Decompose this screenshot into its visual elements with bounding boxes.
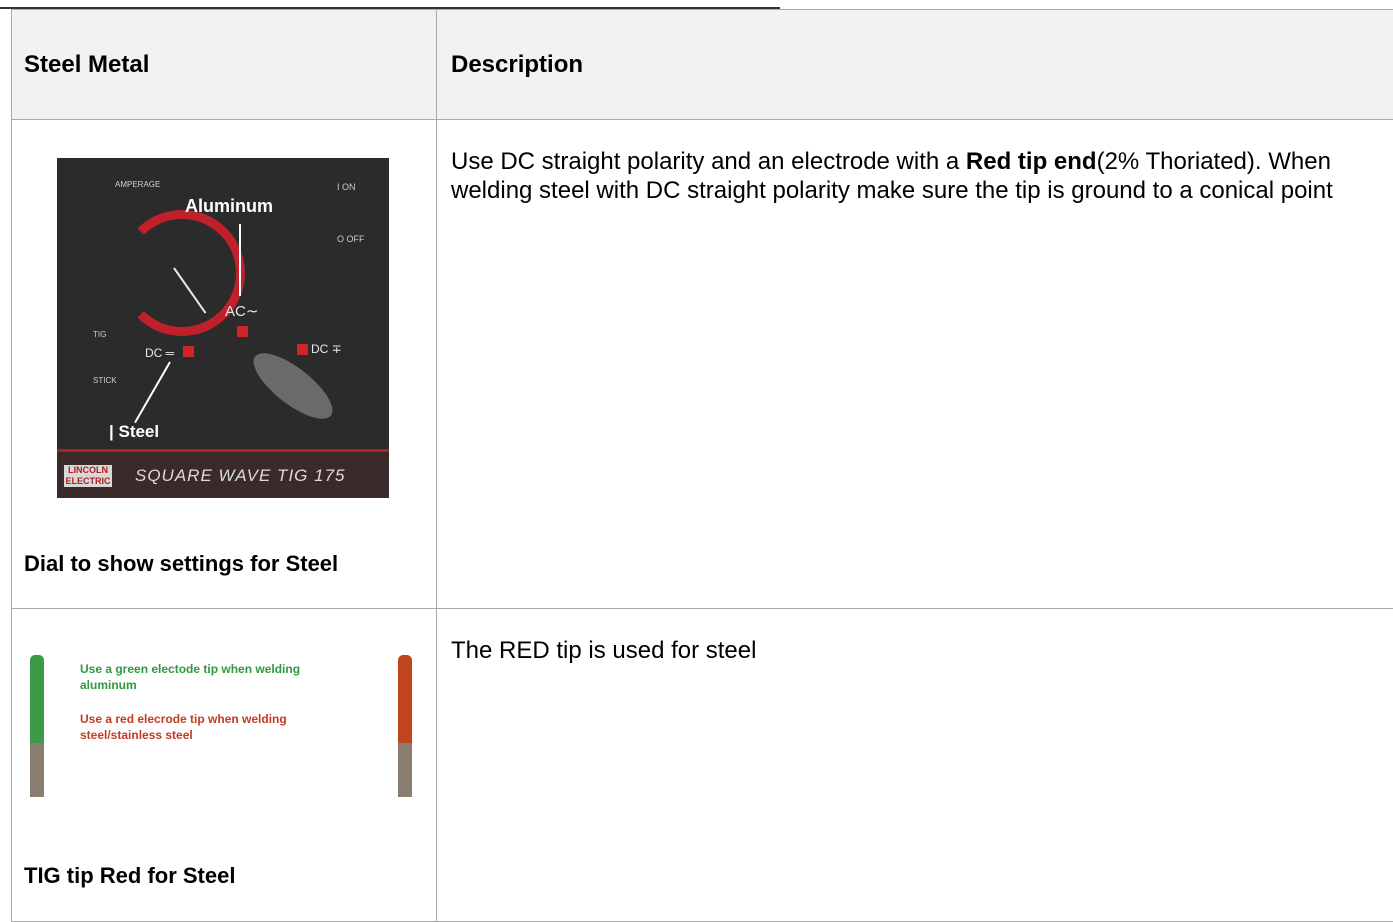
amperage-label: AMPERAGE [115, 180, 160, 189]
red-electrode [398, 655, 412, 797]
steel-settings-table: Steel Metal Description AMPERAGE Aluminu… [11, 9, 1393, 922]
image-cell: Use a green electode tip when welding al… [12, 609, 437, 922]
table-row: Use a green electode tip when welding al… [12, 609, 1393, 922]
dc-straight-label: DC ═ [145, 346, 174, 360]
description-part: Use DC straight polarity and an electrod… [451, 148, 966, 175]
image-caption: TIG tip Red for Steel [24, 863, 235, 889]
image-cell: AMPERAGE Aluminum AC∼ TIG STICK DC ═ DC … [12, 120, 437, 609]
header-steel-metal: Steel Metal [12, 10, 437, 120]
lincoln-logo: LINCOLN ELECTRIC [64, 465, 112, 487]
aluminum-pointer [239, 224, 241, 296]
steel-pointer [134, 362, 171, 424]
header-description: Description [437, 10, 1393, 120]
description-cell: The RED tip is used for steel [437, 609, 1393, 922]
green-electrode [30, 655, 44, 797]
aluminum-label: Aluminum [185, 196, 273, 217]
ac-indicator [237, 326, 248, 337]
description-cell: Use DC straight polarity and an electrod… [437, 120, 1393, 609]
table-header-row: Steel Metal Description [12, 10, 1393, 120]
image-caption: Dial to show settings for Steel [24, 551, 338, 577]
stick-label: STICK [93, 376, 117, 385]
description-text: The RED tip is used for steel [437, 609, 1393, 665]
description-emphasis: Red tip end [966, 148, 1097, 175]
description-text: Use DC straight polarity and an electrod… [437, 120, 1393, 205]
green-tip-note: Use a green electode tip when welding al… [80, 661, 320, 693]
welder-panel-image: AMPERAGE Aluminum AC∼ TIG STICK DC ═ DC … [57, 158, 389, 498]
on-label: I ON [337, 182, 356, 192]
steel-label: | Steel [109, 422, 159, 442]
model-name: SQUARE WAVE TIG 175 [135, 466, 345, 486]
tig-label: TIG [93, 330, 106, 339]
red-tip-note: Use a red elecrode tip when welding stee… [80, 711, 370, 743]
table-row: AMPERAGE Aluminum AC∼ TIG STICK DC ═ DC … [12, 120, 1393, 609]
electrode-tips-image: Use a green electode tip when welding al… [22, 647, 426, 804]
dc-reverse-indicator [297, 344, 308, 355]
dc-straight-indicator [183, 346, 194, 357]
dc-reverse-label: DC ∓ [311, 342, 342, 356]
ac-label: AC∼ [225, 302, 258, 320]
panel-footer: LINCOLN ELECTRIC SQUARE WAVE TIG 175 [57, 449, 389, 498]
off-label: O OFF [337, 234, 365, 244]
